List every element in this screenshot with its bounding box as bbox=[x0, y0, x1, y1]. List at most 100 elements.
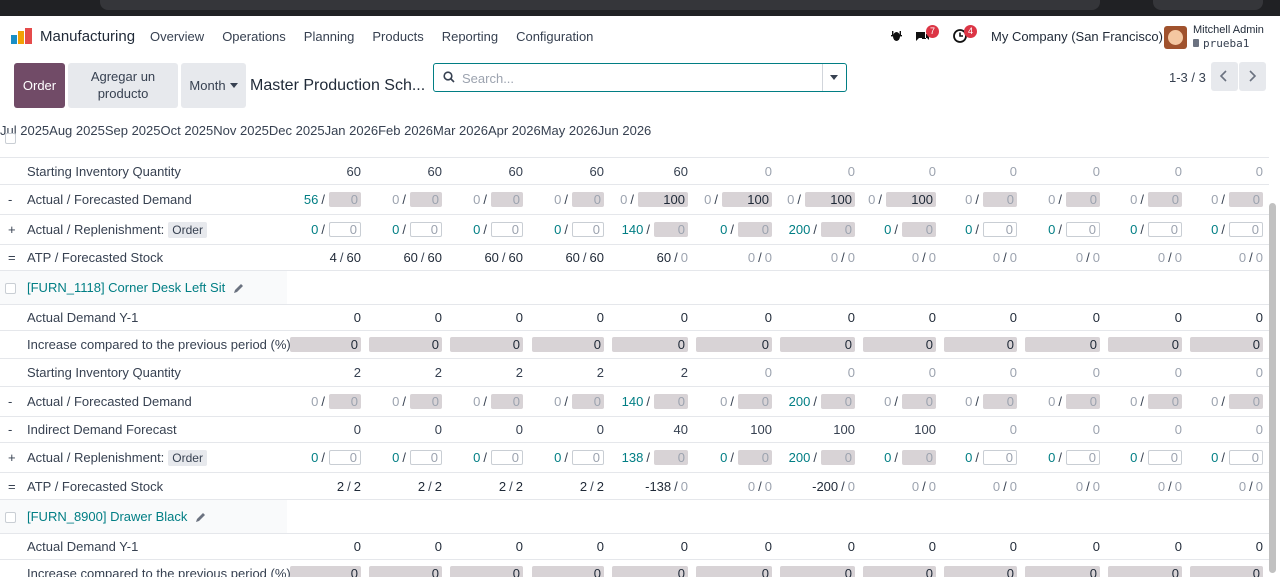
increase-input[interactable]: 0 bbox=[696, 337, 772, 352]
actual-value[interactable]: 0 bbox=[554, 394, 561, 409]
actual-value[interactable]: 0 bbox=[473, 394, 480, 409]
increase-input[interactable]: 0 bbox=[369, 337, 442, 352]
forecast-input[interactable]: 0 bbox=[983, 222, 1017, 237]
actual-value[interactable]: 0 bbox=[1048, 222, 1055, 237]
forecast-input[interactable]: 0 bbox=[410, 192, 442, 207]
forecast-input[interactable]: 0 bbox=[491, 450, 523, 465]
actual-value[interactable]: 0 bbox=[620, 192, 627, 207]
menu-reporting[interactable]: Reporting bbox=[442, 29, 498, 44]
forecast-input[interactable]: 0 bbox=[491, 222, 523, 237]
replenish-order-tag[interactable]: Order bbox=[168, 222, 207, 238]
increase-input[interactable]: 0 bbox=[532, 566, 604, 577]
forecast-input[interactable]: 0 bbox=[738, 450, 772, 465]
actual-value[interactable]: 0 bbox=[1048, 450, 1055, 465]
increase-input[interactable]: 0 bbox=[612, 337, 688, 352]
increase-input[interactable]: 0 bbox=[1025, 337, 1100, 352]
menu-planning[interactable]: Planning bbox=[304, 29, 355, 44]
forecast-input[interactable]: 0 bbox=[821, 394, 855, 409]
actual-value[interactable]: 0 bbox=[1211, 192, 1218, 207]
manufacturing-app-icon[interactable] bbox=[11, 28, 33, 44]
forecast-input[interactable]: 0 bbox=[491, 192, 523, 207]
actual-value[interactable]: 0 bbox=[554, 192, 561, 207]
increase-input[interactable]: 0 bbox=[612, 566, 688, 577]
replenish-order-tag[interactable]: Order bbox=[168, 450, 207, 466]
forecast-input[interactable]: 0 bbox=[1066, 450, 1100, 465]
actual-value[interactable]: 0 bbox=[1211, 222, 1218, 237]
actual-value[interactable]: 0 bbox=[787, 192, 794, 207]
forecast-input[interactable]: 0 bbox=[1148, 450, 1182, 465]
forecast-input[interactable]: 0 bbox=[410, 450, 442, 465]
actual-value[interactable]: 0 bbox=[1130, 450, 1137, 465]
actual-value[interactable]: 0 bbox=[392, 450, 399, 465]
actual-value[interactable]: 0 bbox=[473, 192, 480, 207]
actual-value[interactable]: 0 bbox=[884, 394, 891, 409]
forecast-input[interactable]: 0 bbox=[491, 394, 523, 409]
actual-value[interactable]: 0 bbox=[868, 192, 875, 207]
increase-input[interactable]: 0 bbox=[450, 566, 523, 577]
actual-value[interactable]: 0 bbox=[473, 222, 480, 237]
menu-configuration[interactable]: Configuration bbox=[516, 29, 593, 44]
search-input[interactable]: Search... bbox=[462, 71, 514, 86]
actual-value[interactable]: 0 bbox=[720, 450, 727, 465]
forecast-input[interactable]: 0 bbox=[572, 222, 604, 237]
increase-input[interactable]: 0 bbox=[863, 566, 936, 577]
actual-value[interactable]: 200 bbox=[789, 450, 811, 465]
forecast-input[interactable]: 0 bbox=[821, 222, 855, 237]
pager-previous-button[interactable] bbox=[1211, 62, 1238, 91]
pager-value[interactable]: 1-3 / 3 bbox=[1169, 70, 1206, 85]
user-name[interactable]: Mitchell Admin bbox=[1193, 24, 1264, 36]
forecast-input[interactable]: 0 bbox=[572, 192, 604, 207]
pager-next-button[interactable] bbox=[1239, 62, 1266, 91]
forecast-input[interactable]: 0 bbox=[1148, 394, 1182, 409]
actual-value[interactable]: 0 bbox=[554, 222, 561, 237]
forecast-input[interactable]: 0 bbox=[1229, 450, 1263, 465]
increase-input[interactable]: 0 bbox=[450, 337, 523, 352]
increase-input[interactable]: 0 bbox=[369, 566, 442, 577]
actual-value[interactable]: 0 bbox=[965, 222, 972, 237]
forecast-input[interactable]: 0 bbox=[902, 222, 936, 237]
actual-value[interactable]: 0 bbox=[720, 394, 727, 409]
actual-value[interactable]: 0 bbox=[311, 394, 318, 409]
product-checkbox[interactable] bbox=[5, 283, 16, 294]
actual-value[interactable]: 0 bbox=[965, 450, 972, 465]
forecast-input[interactable]: 0 bbox=[821, 450, 855, 465]
forecast-input[interactable]: 0 bbox=[329, 450, 361, 465]
forecast-input[interactable]: 100 bbox=[722, 192, 772, 207]
increase-input[interactable]: 0 bbox=[1190, 337, 1263, 352]
actual-value[interactable]: 140 bbox=[622, 222, 644, 237]
actual-value[interactable]: 0 bbox=[1130, 394, 1137, 409]
increase-input[interactable]: 0 bbox=[780, 337, 855, 352]
forecast-input[interactable]: 0 bbox=[902, 450, 936, 465]
search-options-toggle[interactable] bbox=[822, 64, 846, 91]
browser-address-bar[interactable] bbox=[100, 0, 1100, 10]
actual-value[interactable]: 0 bbox=[473, 450, 480, 465]
forecast-input[interactable]: 0 bbox=[902, 394, 936, 409]
period-dropdown[interactable]: Month bbox=[181, 63, 246, 108]
forecast-input[interactable]: 0 bbox=[1148, 192, 1182, 207]
vertical-scrollbar[interactable] bbox=[1269, 203, 1276, 573]
actual-value[interactable]: 140 bbox=[622, 394, 644, 409]
actual-value[interactable]: 0 bbox=[884, 222, 891, 237]
forecast-input[interactable]: 0 bbox=[572, 450, 604, 465]
select-all-checkbox[interactable] bbox=[5, 133, 16, 144]
menu-overview[interactable]: Overview bbox=[150, 29, 204, 44]
actual-value[interactable]: 0 bbox=[392, 222, 399, 237]
add-product-button[interactable]: Agregar un producto bbox=[68, 63, 178, 108]
actual-value[interactable]: 0 bbox=[1048, 192, 1055, 207]
forecast-input[interactable]: 0 bbox=[572, 394, 604, 409]
actual-value[interactable]: 0 bbox=[1211, 450, 1218, 465]
actual-value[interactable]: 0 bbox=[392, 394, 399, 409]
actual-value[interactable]: 0 bbox=[1048, 394, 1055, 409]
actual-value[interactable]: 0 bbox=[392, 192, 399, 207]
increase-input[interactable]: 0 bbox=[290, 337, 361, 352]
actual-value[interactable]: 0 bbox=[1130, 192, 1137, 207]
actual-value[interactable]: 0 bbox=[311, 450, 318, 465]
order-button[interactable]: Order bbox=[14, 63, 65, 108]
forecast-input[interactable]: 0 bbox=[1066, 222, 1100, 237]
forecast-input[interactable]: 100 bbox=[805, 192, 855, 207]
forecast-input[interactable]: 0 bbox=[1229, 192, 1263, 207]
actual-value[interactable]: 0 bbox=[1211, 394, 1218, 409]
actual-value[interactable]: 0 bbox=[720, 222, 727, 237]
bug-icon[interactable] bbox=[890, 29, 903, 42]
forecast-input[interactable]: 0 bbox=[1066, 394, 1100, 409]
